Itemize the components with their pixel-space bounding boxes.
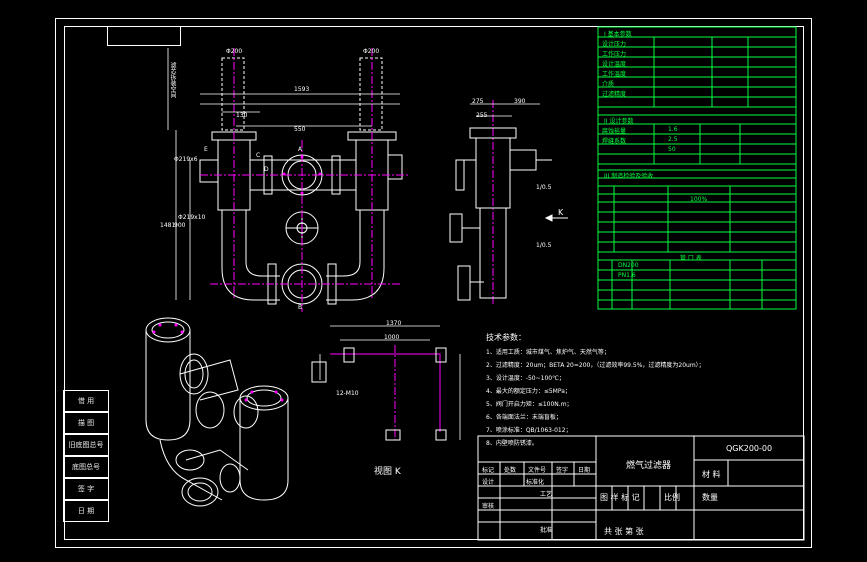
notes-title: 技术参数： <box>486 333 526 342</box>
label-a: A <box>298 146 303 153</box>
spec-row-label: 设计温度 <box>602 61 627 68</box>
scale-label: 比例 <box>664 493 680 502</box>
title-row: 批准 <box>540 527 553 534</box>
note-item: 4、最大的额定压力：≤5MPa； <box>486 388 571 395</box>
spec-section-2: II 设计参数 <box>604 118 634 125</box>
note-item: 5、阀门开启力矩：≤100N.m； <box>486 401 573 408</box>
note-item: 7、喷涂标准：QB/1063-012； <box>486 427 572 434</box>
side-clearance-text: 滤芯拆装空间 <box>169 62 176 98</box>
dim-d10: 1000 <box>384 334 400 341</box>
sheet-label: 共 张 第 张 <box>604 527 644 536</box>
spec-value: 1.6 <box>668 126 678 133</box>
material-label: 材 料 <box>702 470 721 479</box>
note-item: 2、过滤精度：20um；BETA 20=200，（过滤效率99.5%，过滤精度为… <box>486 362 705 369</box>
label-c: C <box>256 152 261 159</box>
drawing-number: QGK200-00 <box>726 444 773 453</box>
title-row: 设计 <box>482 479 495 486</box>
dim-d6: 275 <box>472 98 484 105</box>
note-item: 1、适用工质：城市煤气、焦炉气、天然气等； <box>486 349 610 356</box>
dim-d3: 1593 <box>294 86 310 93</box>
spec-row-label: 腐蚀裕量 <box>602 128 627 135</box>
spec-row-label: 设计压力 <box>602 41 627 48</box>
note-item: 3、设计温度：-50~100℃； <box>486 375 565 382</box>
dim-k: K <box>558 208 564 217</box>
label-b: B <box>298 304 303 311</box>
spec-section-3: III 制造检验及验收 <box>604 173 654 180</box>
dim-d11: 1481 <box>160 222 176 229</box>
stage-label: 图 样 标 记 <box>600 493 640 502</box>
title-row: 审核 <box>482 503 495 510</box>
dim-d13: 12-M10 <box>336 390 359 397</box>
label-e: E <box>204 146 208 153</box>
drawing-name: 燃气过滤器 <box>626 461 672 471</box>
dim-d9: 1370 <box>386 320 402 327</box>
spec-section-4: 管 口 表 <box>680 255 702 262</box>
spec-value: 2.5 <box>668 136 678 143</box>
spec-row-label: 介质 <box>602 81 615 88</box>
dim-r2: 1/0.5 <box>536 242 552 249</box>
title-header: 标记 <box>482 467 495 474</box>
technical-drawing <box>145 26 805 541</box>
dim-d2: Φ200 <box>363 48 380 55</box>
spec-value: 50 <box>668 146 676 153</box>
title-header: 日期 <box>578 467 591 474</box>
title-header: 处数 <box>504 467 517 474</box>
spec-row-label: 工作温度 <box>602 71 627 78</box>
dim-d4: 550 <box>294 126 306 133</box>
dim-d8: 255 <box>476 112 488 119</box>
title-header: 文件号 <box>528 467 547 474</box>
spec-section-1: I 基本参数 <box>604 31 632 38</box>
dim-d12: 900 <box>174 222 186 229</box>
note-item: 6、各端面法兰：末端盲板； <box>486 414 562 421</box>
dim-d7: 390 <box>514 98 526 105</box>
spec-value: 100% <box>690 196 708 203</box>
drawing-sheet: 借 用 描 图 旧底图总号 底图总号 签 字 日 期 Φ200 Φ200 159… <box>0 0 867 562</box>
technical-notes: 技术参数： 1、适用工质：城市煤气、焦炉气、天然气等； 2、过滤精度：20um；… <box>486 332 705 447</box>
spec-row-label: 过滤精度 <box>602 91 627 98</box>
note-item: 8、内壁喷防锈漆。 <box>486 440 538 447</box>
title-header: 签字 <box>556 467 569 474</box>
spec-row-label: 工作压力 <box>602 51 627 58</box>
label-d: D <box>264 166 269 173</box>
dim-r4: Φ219x10 <box>178 214 206 221</box>
dim-d1: Φ200 <box>226 48 243 55</box>
quantity-label: 数量 <box>702 493 718 502</box>
spec-value: DN200 <box>618 262 639 269</box>
title-row-right: 标准化 <box>526 479 545 486</box>
spec-value: PN1.6 <box>618 272 636 279</box>
title-row: 工艺 <box>540 491 553 498</box>
dim-r1: 1/0.5 <box>536 184 552 191</box>
dim-d5: 130 <box>236 112 248 119</box>
dim-r3: Φ219x6 <box>174 156 198 163</box>
view-k-label: 视图 K <box>374 467 401 477</box>
spec-row-label: 焊缝系数 <box>602 138 627 145</box>
